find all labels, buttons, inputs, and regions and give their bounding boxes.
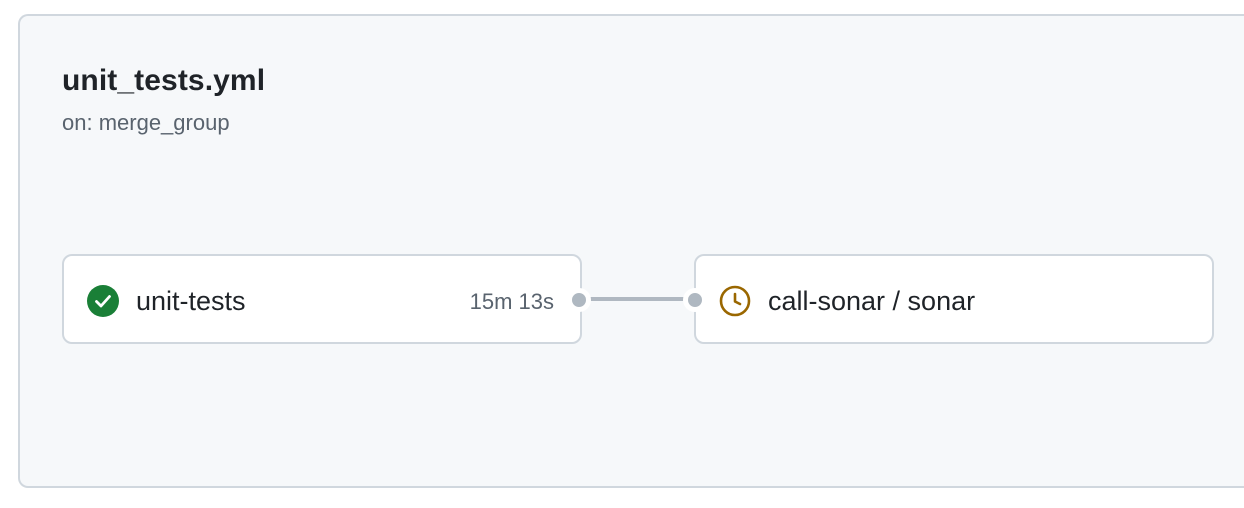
job-duration: 15m 13s — [469, 289, 554, 314]
workflow-graph-panel: unit_tests.yml on: merge_group unit-test… — [18, 14, 1244, 488]
job-connector-line — [580, 297, 696, 301]
job-output-connector-dot — [567, 288, 591, 312]
workflow-title[interactable]: unit_tests.yml — [62, 64, 265, 98]
job-card-unit-tests[interactable]: unit-tests 15m 13s — [62, 254, 582, 344]
job-name: call-sonar / sonar — [768, 286, 976, 316]
workflow-trigger: on: merge_group — [62, 110, 230, 135]
job-card-call-sonar[interactable]: call-sonar / sonar — [694, 254, 1214, 344]
job-name: unit-tests — [136, 286, 246, 316]
check-circle-fill-icon — [87, 285, 119, 317]
clock-icon — [719, 285, 751, 317]
job-input-connector-dot — [683, 288, 707, 312]
